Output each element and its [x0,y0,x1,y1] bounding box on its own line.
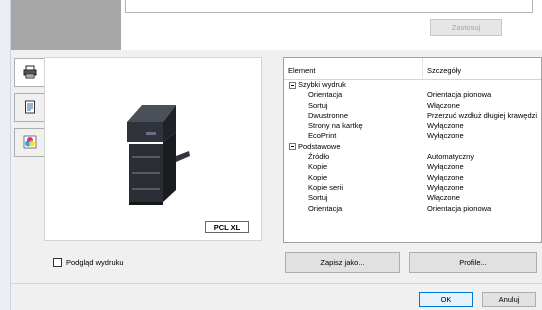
ok-button[interactable]: OK [419,292,473,307]
grid-cell-element: Sortuj [308,100,328,110]
grid-cell-details: Wyłączone [427,131,464,141]
cancel-button[interactable]: Anuluj [482,292,536,307]
grid-cell-details [423,142,541,152]
grid-cell-element: Sortuj [308,193,328,203]
preview-gutter [262,57,276,241]
grid-group-row[interactable]: Szybki wydruk [284,80,541,90]
print-preview-option[interactable]: Podgląd wydruku [53,258,124,267]
grid-row[interactable]: Orientacja Orientacja pionowa [284,90,541,100]
grid-cell-details: Włączone [427,100,460,110]
grid-cell-details: Orientacja pionowa [427,203,492,213]
profile-button[interactable]: Profile... [409,252,537,273]
grid-row[interactable]: Dwustronne Przerzuć wzdłuż długiej krawęd… [284,111,541,121]
grid-group-row[interactable]: Podstawowe [284,142,541,152]
grid-header: Element Szczegóły [284,58,541,80]
grid-row[interactable]: Orientacja Orientacja pionowa [284,204,541,214]
save-as-button[interactable]: Zapisz jako... [285,252,400,273]
window-left-edge [0,0,11,310]
grid-row[interactable]: Sortuj Włączone [284,193,541,203]
column-header-element[interactable]: Element [284,58,423,79]
grid-cell-element: Źródło [308,152,330,162]
grid-row[interactable]: Kopie serii Wyłączone [284,183,541,193]
print-preview-label: Podgląd wydruku [66,258,124,267]
collapse-icon[interactable] [289,143,296,151]
grid-cell-element: Kopie serii [308,182,344,192]
settings-grid[interactable]: Element Szczegóły Szybki wydruk Orientacj… [283,57,542,243]
grid-row[interactable]: Sortuj Włączone [284,101,541,111]
footer-separator [11,283,542,284]
grid-cell-details: Wyłączone [427,121,464,131]
grid-cell-details: Włączone [427,193,460,203]
tab-color[interactable] [14,128,44,157]
top-left-panel [11,0,121,50]
grid-cell-details: Orientacja pionowa [427,90,492,100]
collapse-icon[interactable] [289,81,296,89]
grid-body: Szybki wydruk Orientacja Orientacja pionow… [284,80,541,214]
printer-preview-panel: PCL XL [44,57,262,241]
grid-cell-element: Podstawowe [298,141,341,151]
apply-button[interactable]: Zastosuj [430,19,502,36]
grid-cell-element: Kopie [308,172,328,182]
pcl-xl-badge: PCL XL [205,221,249,233]
grid-cell-details [423,80,541,90]
printer-illustration [127,105,190,205]
grid-row[interactable]: EcoPrint Wyłączone [284,131,541,141]
grid-cell-details: Wyłączone [427,162,464,172]
color-icon [23,135,37,151]
grid-cell-details: Przerzuć wzdłuż długiej krawędzi [427,110,538,120]
grid-cell-element: Dwustronne [308,110,349,120]
grid-cell-details: Automatyczny [427,152,475,162]
grid-cell-element: Kopie [308,162,328,172]
document-icon [23,100,37,116]
grid-row[interactable]: Strony na kartkę Wyłączone [284,121,541,131]
grid-cell-element: EcoPrint [308,131,337,141]
tab-document[interactable] [14,93,44,122]
printer-settings-icon [23,65,37,81]
grid-cell-details: Wyłączone [427,182,464,192]
grid-cell-element: Orientacja [308,90,343,100]
side-tabs [14,58,44,163]
tab-printer-settings[interactable] [14,58,44,87]
grid-cell-details: Wyłączone [427,172,464,182]
grid-cell-element: Szybki wydruk [298,80,346,89]
grid-row[interactable]: Kopie Wyłączone [284,162,541,172]
top-inner-frame [125,0,533,13]
grid-row[interactable]: Kopie Wyłączone [284,173,541,183]
grid-cell-element: Orientacja [308,203,343,213]
grid-row[interactable]: Źródło Automatyczny [284,152,541,162]
grid-cell-element: Strony na kartkę [308,121,363,131]
print-preview-checkbox[interactable] [53,258,62,267]
column-header-details[interactable]: Szczegóły [423,58,541,79]
